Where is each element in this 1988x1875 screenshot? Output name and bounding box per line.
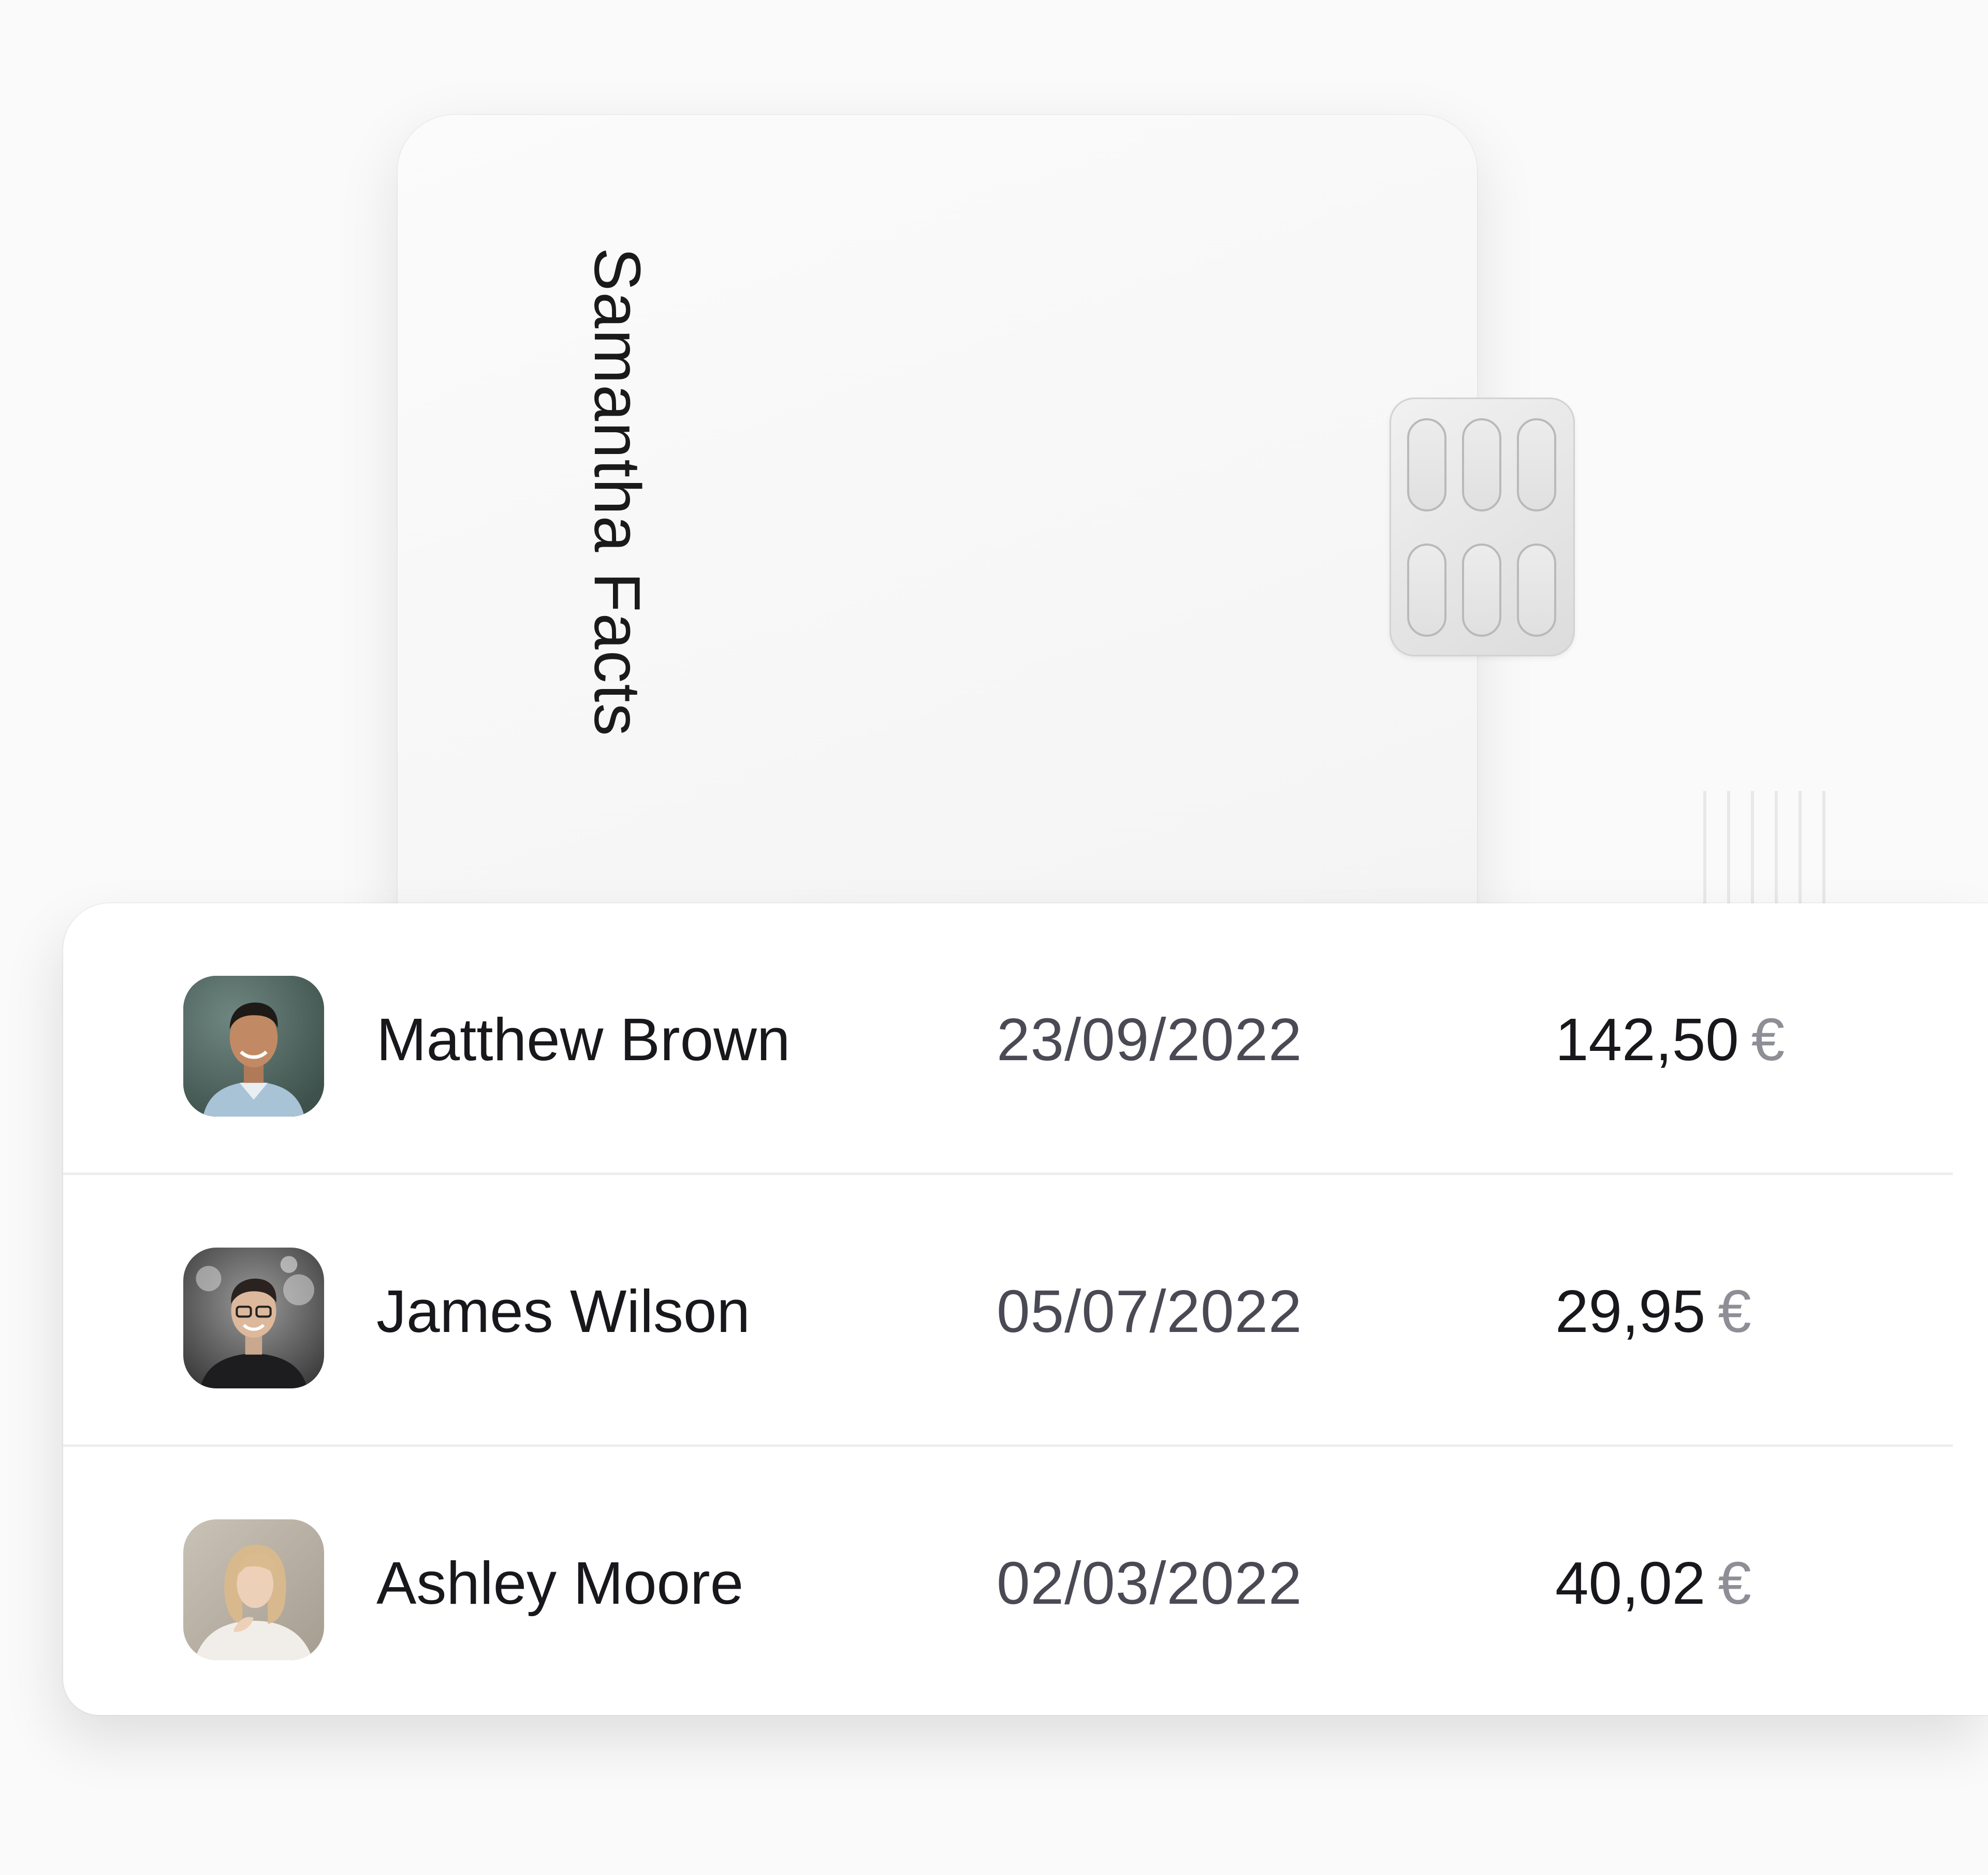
chip-contact-pad <box>1462 418 1501 511</box>
transaction-date: 23/09/2022 <box>997 1006 1303 1073</box>
transaction-name: Matthew Brown <box>376 1006 791 1073</box>
currency-symbol: € <box>1718 1278 1751 1345</box>
card-chip-icon <box>1390 398 1575 656</box>
transaction-amount: 29,95 € <box>1555 1277 1751 1346</box>
amount-value: 40,02 <box>1555 1549 1706 1617</box>
barcode-decoration <box>1703 791 1838 910</box>
avatar <box>183 1519 324 1660</box>
transactions-list: Matthew Brown 23/09/2022 142,50 € James … <box>63 903 1988 1715</box>
transaction-row[interactable]: Ashley Moore 02/03/2022 40,02 € <box>63 1447 1988 1719</box>
amount-value: 142,50 <box>1555 1006 1739 1073</box>
amount-value: 29,95 <box>1555 1278 1706 1345</box>
chip-contact-pad <box>1517 544 1556 637</box>
transaction-name: Ashley Moore <box>376 1549 744 1617</box>
avatar <box>183 976 324 1117</box>
transaction-row[interactable]: Matthew Brown 23/09/2022 142,50 € <box>63 903 1988 1175</box>
transaction-date: 05/07/2022 <box>997 1278 1303 1345</box>
chip-contact-pad <box>1462 544 1501 637</box>
transaction-amount: 40,02 € <box>1555 1548 1751 1618</box>
transaction-amount: 142,50 € <box>1555 1005 1785 1074</box>
currency-symbol: € <box>1751 1006 1785 1073</box>
transaction-date: 02/03/2022 <box>997 1549 1303 1617</box>
payment-card[interactable] <box>398 115 1575 922</box>
card-holder-name: Samantha Facts <box>581 247 654 737</box>
transaction-name: James Wilson <box>376 1278 750 1345</box>
chip-contact-pad <box>1407 544 1446 637</box>
chip-contact-pad <box>1407 418 1446 511</box>
chip-contact-pad <box>1517 418 1556 511</box>
currency-symbol: € <box>1718 1549 1751 1617</box>
transaction-row[interactable]: James Wilson 05/07/2022 29,95 € <box>63 1175 1988 1447</box>
avatar <box>183 1248 324 1388</box>
